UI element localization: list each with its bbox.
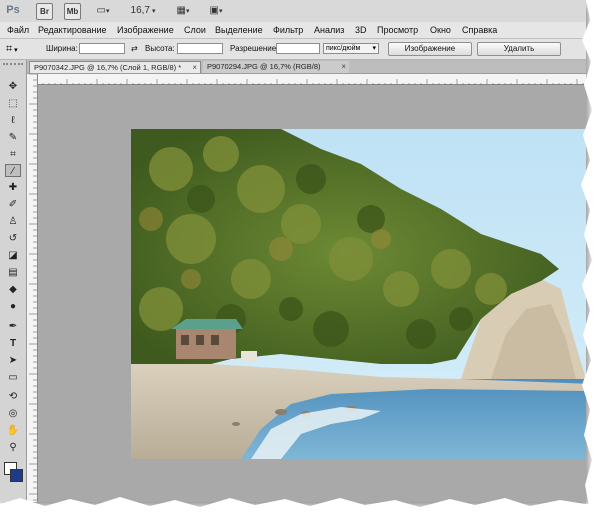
zoom-level-dropdown[interactable]: 16,7 ▾ — [128, 3, 158, 18]
options-bar: ⌗ ▾ Ширина: ⇄ Высота: Разрешение: пикс/д… — [0, 39, 586, 60]
eyedropper-icon[interactable]: ⁄ — [5, 164, 21, 177]
chevron-down-icon: ▾ — [372, 45, 376, 52]
menu-view[interactable]: Просмотр — [377, 24, 418, 36]
menu-analysis[interactable]: Анализ — [314, 24, 344, 36]
arrange-documents-icon: ▦ — [176, 5, 186, 16]
marquee-tool-icon[interactable]: ⬚ — [5, 97, 21, 110]
path-select-icon[interactable]: ➤ — [5, 354, 21, 367]
tab-document-2[interactable]: P9070294.JPG @ 16,7% (RGB/8) × — [203, 61, 349, 73]
document-tabs: P9070342.JPG @ 16,7% (Слой 1, RGB/8) * ×… — [27, 60, 586, 74]
pen-tool-icon[interactable]: ✒ — [5, 320, 21, 333]
tab-label: P9070294.JPG @ 16,7% (RGB/8) — [207, 62, 321, 71]
crop-tool-icon[interactable]: ⌗ — [5, 148, 21, 161]
application-bar: Ps Br Mb ▭▾ 16,7 ▾ ▦▾ ▣▾ — [0, 0, 586, 23]
view-extras-icon: ▭ — [96, 5, 106, 16]
chevron-down-icon: ▾ — [218, 8, 223, 15]
menu-window[interactable]: Окно — [430, 24, 451, 36]
tool-preset-picker[interactable]: ⌗ ▾ — [6, 42, 34, 56]
horizontal-ruler — [36, 74, 586, 87]
height-label: Высота: — [145, 44, 175, 53]
chevron-down-icon: ▾ — [12, 47, 18, 54]
menu-bar: Файл Редактирование Изображение Слои Выд… — [0, 22, 586, 39]
arrange-documents-dropdown[interactable]: ▦▾ — [172, 3, 194, 18]
torn-edge-right — [581, 0, 600, 512]
close-icon[interactable]: × — [192, 62, 197, 74]
zoom-level-value: 16,7 — [130, 5, 150, 16]
screen-mode-dropdown[interactable]: ▣▾ — [205, 3, 227, 18]
menu-image[interactable]: Изображение — [117, 24, 174, 36]
move-tool-icon[interactable]: ✥ — [5, 80, 21, 93]
tab-label: P9070342.JPG @ 16,7% (Слой 1, RGB/8) * — [34, 63, 182, 72]
zoom-tool-icon[interactable]: ⚲ — [5, 441, 21, 454]
color-swatches[interactable] — [4, 462, 23, 486]
blur-tool-icon[interactable]: ◆ — [5, 283, 21, 296]
tools-panel: ✥ ⬚ ℓ ✎ ⌗ ⁄ ✚ ✐ ♙ ↺ ◪ ▤ ◆ ● ✒ T ➤ ▭ ⟲ ◎ … — [0, 60, 27, 502]
vertical-ruler-ticks — [29, 73, 37, 501]
width-input[interactable] — [79, 43, 125, 54]
chevron-down-icon: ▾ — [185, 8, 190, 15]
mini-bridge-button[interactable]: Mb — [64, 3, 81, 20]
brush-tool-icon[interactable]: ✐ — [5, 198, 21, 211]
photoshop-logo: Ps — [6, 4, 20, 16]
torn-edge-bottom — [0, 497, 600, 512]
menu-help[interactable]: Справка — [462, 24, 497, 36]
chevron-down-icon: ▾ — [105, 8, 110, 15]
chevron-down-icon: ▾ — [150, 8, 156, 15]
lasso-tool-icon[interactable]: ℓ — [5, 114, 21, 127]
photoshop-window: Ps Br Mb ▭▾ 16,7 ▾ ▦▾ ▣▾ Файл Редактиров… — [0, 0, 586, 502]
height-input[interactable] — [177, 43, 223, 54]
3d-camera-icon[interactable]: ◎ — [5, 407, 21, 420]
document-canvas[interactable] — [38, 85, 586, 502]
healing-brush-icon[interactable]: ✚ — [5, 181, 21, 194]
hand-tool-icon[interactable]: ✋ — [5, 424, 21, 437]
quick-select-icon[interactable]: ✎ — [5, 131, 21, 144]
clear-button[interactable]: Удалить — [477, 42, 561, 56]
menu-select[interactable]: Выделение — [215, 24, 263, 36]
dodge-tool-icon[interactable]: ● — [5, 300, 21, 313]
view-extras-dropdown[interactable]: ▭▾ — [92, 3, 114, 18]
resolution-input[interactable] — [276, 43, 320, 54]
close-icon[interactable]: × — [341, 61, 346, 73]
swap-icon[interactable]: ⇄ — [131, 44, 138, 53]
type-tool-icon[interactable]: T — [5, 337, 21, 350]
resolution-unit-value: пикс/дюйм — [326, 45, 361, 52]
beach-photo[interactable] — [131, 129, 586, 459]
background-color-swatch[interactable] — [10, 469, 23, 482]
menu-filter[interactable]: Фильтр — [273, 24, 303, 36]
front-image-button[interactable]: Изображение — [388, 42, 472, 56]
gradient-tool-icon[interactable]: ▤ — [5, 266, 21, 279]
3d-rotate-icon[interactable]: ⟲ — [5, 390, 21, 403]
resolution-label: Разрешение: — [230, 44, 279, 53]
vertical-ruler — [27, 73, 38, 502]
history-brush-icon[interactable]: ↺ — [5, 232, 21, 245]
menu-edit[interactable]: Редактирование — [38, 24, 107, 36]
bridge-button[interactable]: Br — [36, 3, 53, 20]
width-label: Ширина: — [46, 44, 78, 53]
menu-3d[interactable]: 3D — [355, 24, 367, 36]
clone-stamp-icon[interactable]: ♙ — [5, 215, 21, 228]
toolbox-grip[interactable] — [3, 63, 23, 70]
screen-mode-icon: ▣ — [209, 5, 219, 16]
resolution-unit-select[interactable]: пикс/дюйм ▾ — [323, 43, 379, 54]
photo-image — [131, 129, 586, 459]
tab-document-1[interactable]: P9070342.JPG @ 16,7% (Слой 1, RGB/8) * × — [29, 61, 201, 73]
shape-tool-icon[interactable]: ▭ — [5, 371, 21, 384]
eraser-icon[interactable]: ◪ — [5, 249, 21, 262]
menu-layers[interactable]: Слои — [184, 24, 206, 36]
menu-file[interactable]: Файл — [7, 24, 29, 36]
